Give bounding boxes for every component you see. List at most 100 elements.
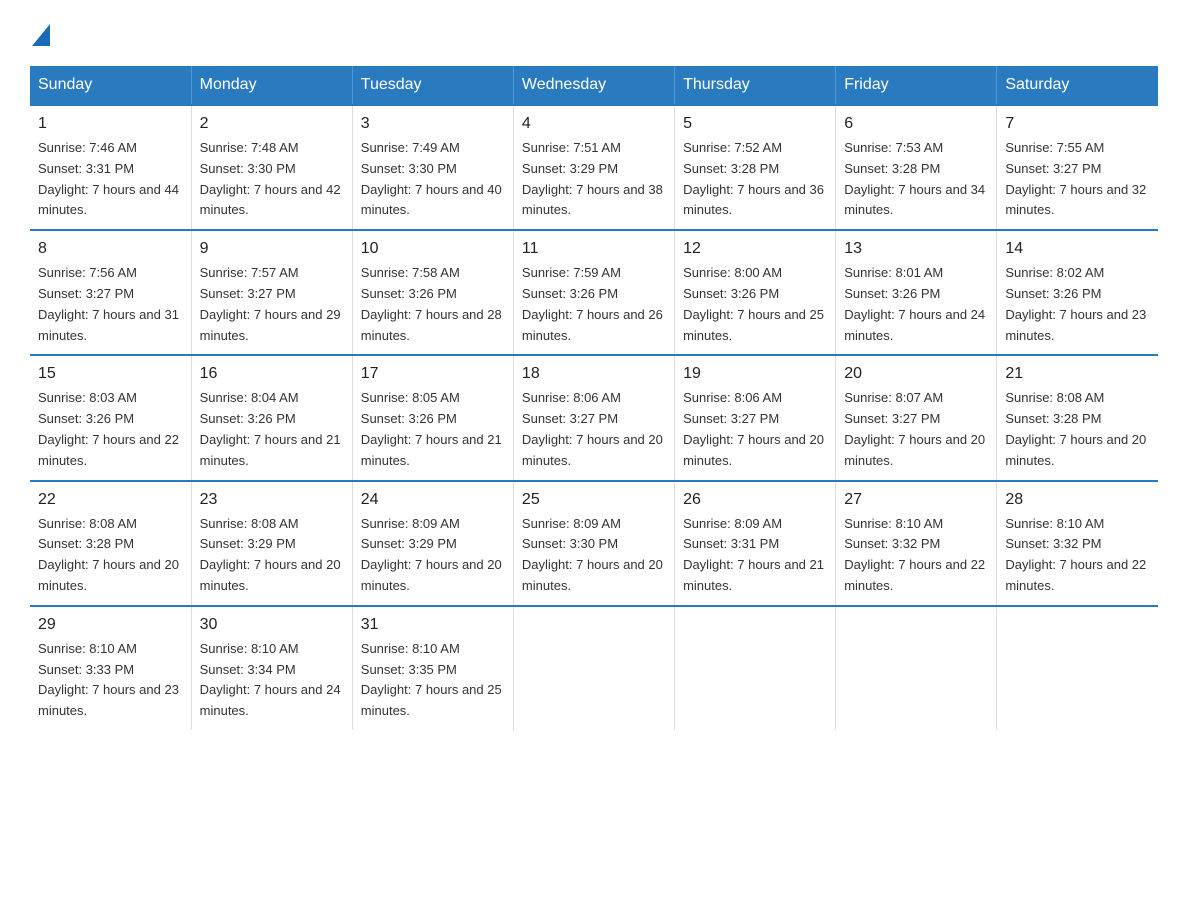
calendar-cell: 15 Sunrise: 8:03 AMSunset: 3:26 PMDaylig… [30,355,191,480]
page-header [30,20,1158,46]
header-sunday: Sunday [30,66,191,105]
calendar-cell: 2 Sunrise: 7:48 AMSunset: 3:30 PMDayligh… [191,105,352,230]
calendar-cell: 5 Sunrise: 7:52 AMSunset: 3:28 PMDayligh… [675,105,836,230]
header-friday: Friday [836,66,997,105]
day-number: 14 [1005,237,1150,261]
header-tuesday: Tuesday [352,66,513,105]
calendar-cell: 21 Sunrise: 8:08 AMSunset: 3:28 PMDaylig… [997,355,1158,480]
day-info: Sunrise: 8:04 AMSunset: 3:26 PMDaylight:… [200,388,344,471]
day-info: Sunrise: 8:09 AMSunset: 3:29 PMDaylight:… [361,514,505,597]
day-info: Sunrise: 8:06 AMSunset: 3:27 PMDaylight:… [683,388,827,471]
calendar-cell: 26 Sunrise: 8:09 AMSunset: 3:31 PMDaylig… [675,481,836,606]
day-number: 7 [1005,112,1150,136]
calendar-cell: 8 Sunrise: 7:56 AMSunset: 3:27 PMDayligh… [30,230,191,355]
calendar-header-row: SundayMondayTuesdayWednesdayThursdayFrid… [30,66,1158,105]
day-info: Sunrise: 8:07 AMSunset: 3:27 PMDaylight:… [844,388,988,471]
day-number: 9 [200,237,344,261]
day-info: Sunrise: 7:46 AMSunset: 3:31 PMDaylight:… [38,138,183,221]
calendar-cell [997,606,1158,730]
calendar-cell: 25 Sunrise: 8:09 AMSunset: 3:30 PMDaylig… [513,481,674,606]
day-info: Sunrise: 8:01 AMSunset: 3:26 PMDaylight:… [844,263,988,346]
day-number: 8 [38,237,183,261]
day-number: 1 [38,112,183,136]
day-number: 12 [683,237,827,261]
day-info: Sunrise: 8:08 AMSunset: 3:28 PMDaylight:… [1005,388,1150,471]
calendar-cell: 22 Sunrise: 8:08 AMSunset: 3:28 PMDaylig… [30,481,191,606]
day-info: Sunrise: 7:59 AMSunset: 3:26 PMDaylight:… [522,263,666,346]
day-info: Sunrise: 8:10 AMSunset: 3:34 PMDaylight:… [200,639,344,722]
calendar-cell: 13 Sunrise: 8:01 AMSunset: 3:26 PMDaylig… [836,230,997,355]
calendar-cell [675,606,836,730]
day-number: 25 [522,488,666,512]
day-info: Sunrise: 8:10 AMSunset: 3:35 PMDaylight:… [361,639,505,722]
day-number: 10 [361,237,505,261]
day-number: 3 [361,112,505,136]
calendar-cell: 9 Sunrise: 7:57 AMSunset: 3:27 PMDayligh… [191,230,352,355]
week-row-5: 29 Sunrise: 8:10 AMSunset: 3:33 PMDaylig… [30,606,1158,730]
day-info: Sunrise: 7:58 AMSunset: 3:26 PMDaylight:… [361,263,505,346]
calendar-cell: 12 Sunrise: 8:00 AMSunset: 3:26 PMDaylig… [675,230,836,355]
day-number: 18 [522,362,666,386]
day-number: 6 [844,112,988,136]
day-number: 23 [200,488,344,512]
day-info: Sunrise: 8:10 AMSunset: 3:33 PMDaylight:… [38,639,183,722]
calendar-cell: 18 Sunrise: 8:06 AMSunset: 3:27 PMDaylig… [513,355,674,480]
week-row-1: 1 Sunrise: 7:46 AMSunset: 3:31 PMDayligh… [30,105,1158,230]
day-info: Sunrise: 8:08 AMSunset: 3:29 PMDaylight:… [200,514,344,597]
day-number: 31 [361,613,505,637]
day-info: Sunrise: 8:02 AMSunset: 3:26 PMDaylight:… [1005,263,1150,346]
day-number: 16 [200,362,344,386]
calendar-cell: 31 Sunrise: 8:10 AMSunset: 3:35 PMDaylig… [352,606,513,730]
calendar-cell: 14 Sunrise: 8:02 AMSunset: 3:26 PMDaylig… [997,230,1158,355]
day-number: 11 [522,237,666,261]
calendar-cell: 20 Sunrise: 8:07 AMSunset: 3:27 PMDaylig… [836,355,997,480]
calendar-cell: 1 Sunrise: 7:46 AMSunset: 3:31 PMDayligh… [30,105,191,230]
day-number: 28 [1005,488,1150,512]
day-number: 27 [844,488,988,512]
week-row-4: 22 Sunrise: 8:08 AMSunset: 3:28 PMDaylig… [30,481,1158,606]
calendar-cell: 24 Sunrise: 8:09 AMSunset: 3:29 PMDaylig… [352,481,513,606]
day-info: Sunrise: 8:05 AMSunset: 3:26 PMDaylight:… [361,388,505,471]
calendar-cell: 23 Sunrise: 8:08 AMSunset: 3:29 PMDaylig… [191,481,352,606]
calendar-cell: 3 Sunrise: 7:49 AMSunset: 3:30 PMDayligh… [352,105,513,230]
day-info: Sunrise: 7:51 AMSunset: 3:29 PMDaylight:… [522,138,666,221]
day-info: Sunrise: 8:06 AMSunset: 3:27 PMDaylight:… [522,388,666,471]
logo [30,20,50,46]
day-info: Sunrise: 7:55 AMSunset: 3:27 PMDaylight:… [1005,138,1150,221]
day-info: Sunrise: 8:00 AMSunset: 3:26 PMDaylight:… [683,263,827,346]
calendar-cell: 7 Sunrise: 7:55 AMSunset: 3:27 PMDayligh… [997,105,1158,230]
calendar-cell [836,606,997,730]
day-number: 30 [200,613,344,637]
day-number: 22 [38,488,183,512]
header-thursday: Thursday [675,66,836,105]
calendar-cell: 30 Sunrise: 8:10 AMSunset: 3:34 PMDaylig… [191,606,352,730]
day-number: 29 [38,613,183,637]
calendar-cell: 28 Sunrise: 8:10 AMSunset: 3:32 PMDaylig… [997,481,1158,606]
calendar-cell: 10 Sunrise: 7:58 AMSunset: 3:26 PMDaylig… [352,230,513,355]
day-info: Sunrise: 7:53 AMSunset: 3:28 PMDaylight:… [844,138,988,221]
day-info: Sunrise: 8:09 AMSunset: 3:30 PMDaylight:… [522,514,666,597]
header-saturday: Saturday [997,66,1158,105]
day-info: Sunrise: 8:08 AMSunset: 3:28 PMDaylight:… [38,514,183,597]
day-info: Sunrise: 8:10 AMSunset: 3:32 PMDaylight:… [1005,514,1150,597]
day-number: 17 [361,362,505,386]
day-info: Sunrise: 8:09 AMSunset: 3:31 PMDaylight:… [683,514,827,597]
day-info: Sunrise: 8:10 AMSunset: 3:32 PMDaylight:… [844,514,988,597]
calendar-cell [513,606,674,730]
day-info: Sunrise: 7:48 AMSunset: 3:30 PMDaylight:… [200,138,344,221]
calendar-cell: 4 Sunrise: 7:51 AMSunset: 3:29 PMDayligh… [513,105,674,230]
day-info: Sunrise: 8:03 AMSunset: 3:26 PMDaylight:… [38,388,183,471]
header-monday: Monday [191,66,352,105]
calendar-cell: 16 Sunrise: 8:04 AMSunset: 3:26 PMDaylig… [191,355,352,480]
day-number: 26 [683,488,827,512]
day-number: 5 [683,112,827,136]
header-wednesday: Wednesday [513,66,674,105]
day-number: 21 [1005,362,1150,386]
day-info: Sunrise: 7:57 AMSunset: 3:27 PMDaylight:… [200,263,344,346]
day-number: 24 [361,488,505,512]
calendar-cell: 29 Sunrise: 8:10 AMSunset: 3:33 PMDaylig… [30,606,191,730]
day-number: 20 [844,362,988,386]
calendar-cell: 11 Sunrise: 7:59 AMSunset: 3:26 PMDaylig… [513,230,674,355]
day-number: 15 [38,362,183,386]
week-row-3: 15 Sunrise: 8:03 AMSunset: 3:26 PMDaylig… [30,355,1158,480]
